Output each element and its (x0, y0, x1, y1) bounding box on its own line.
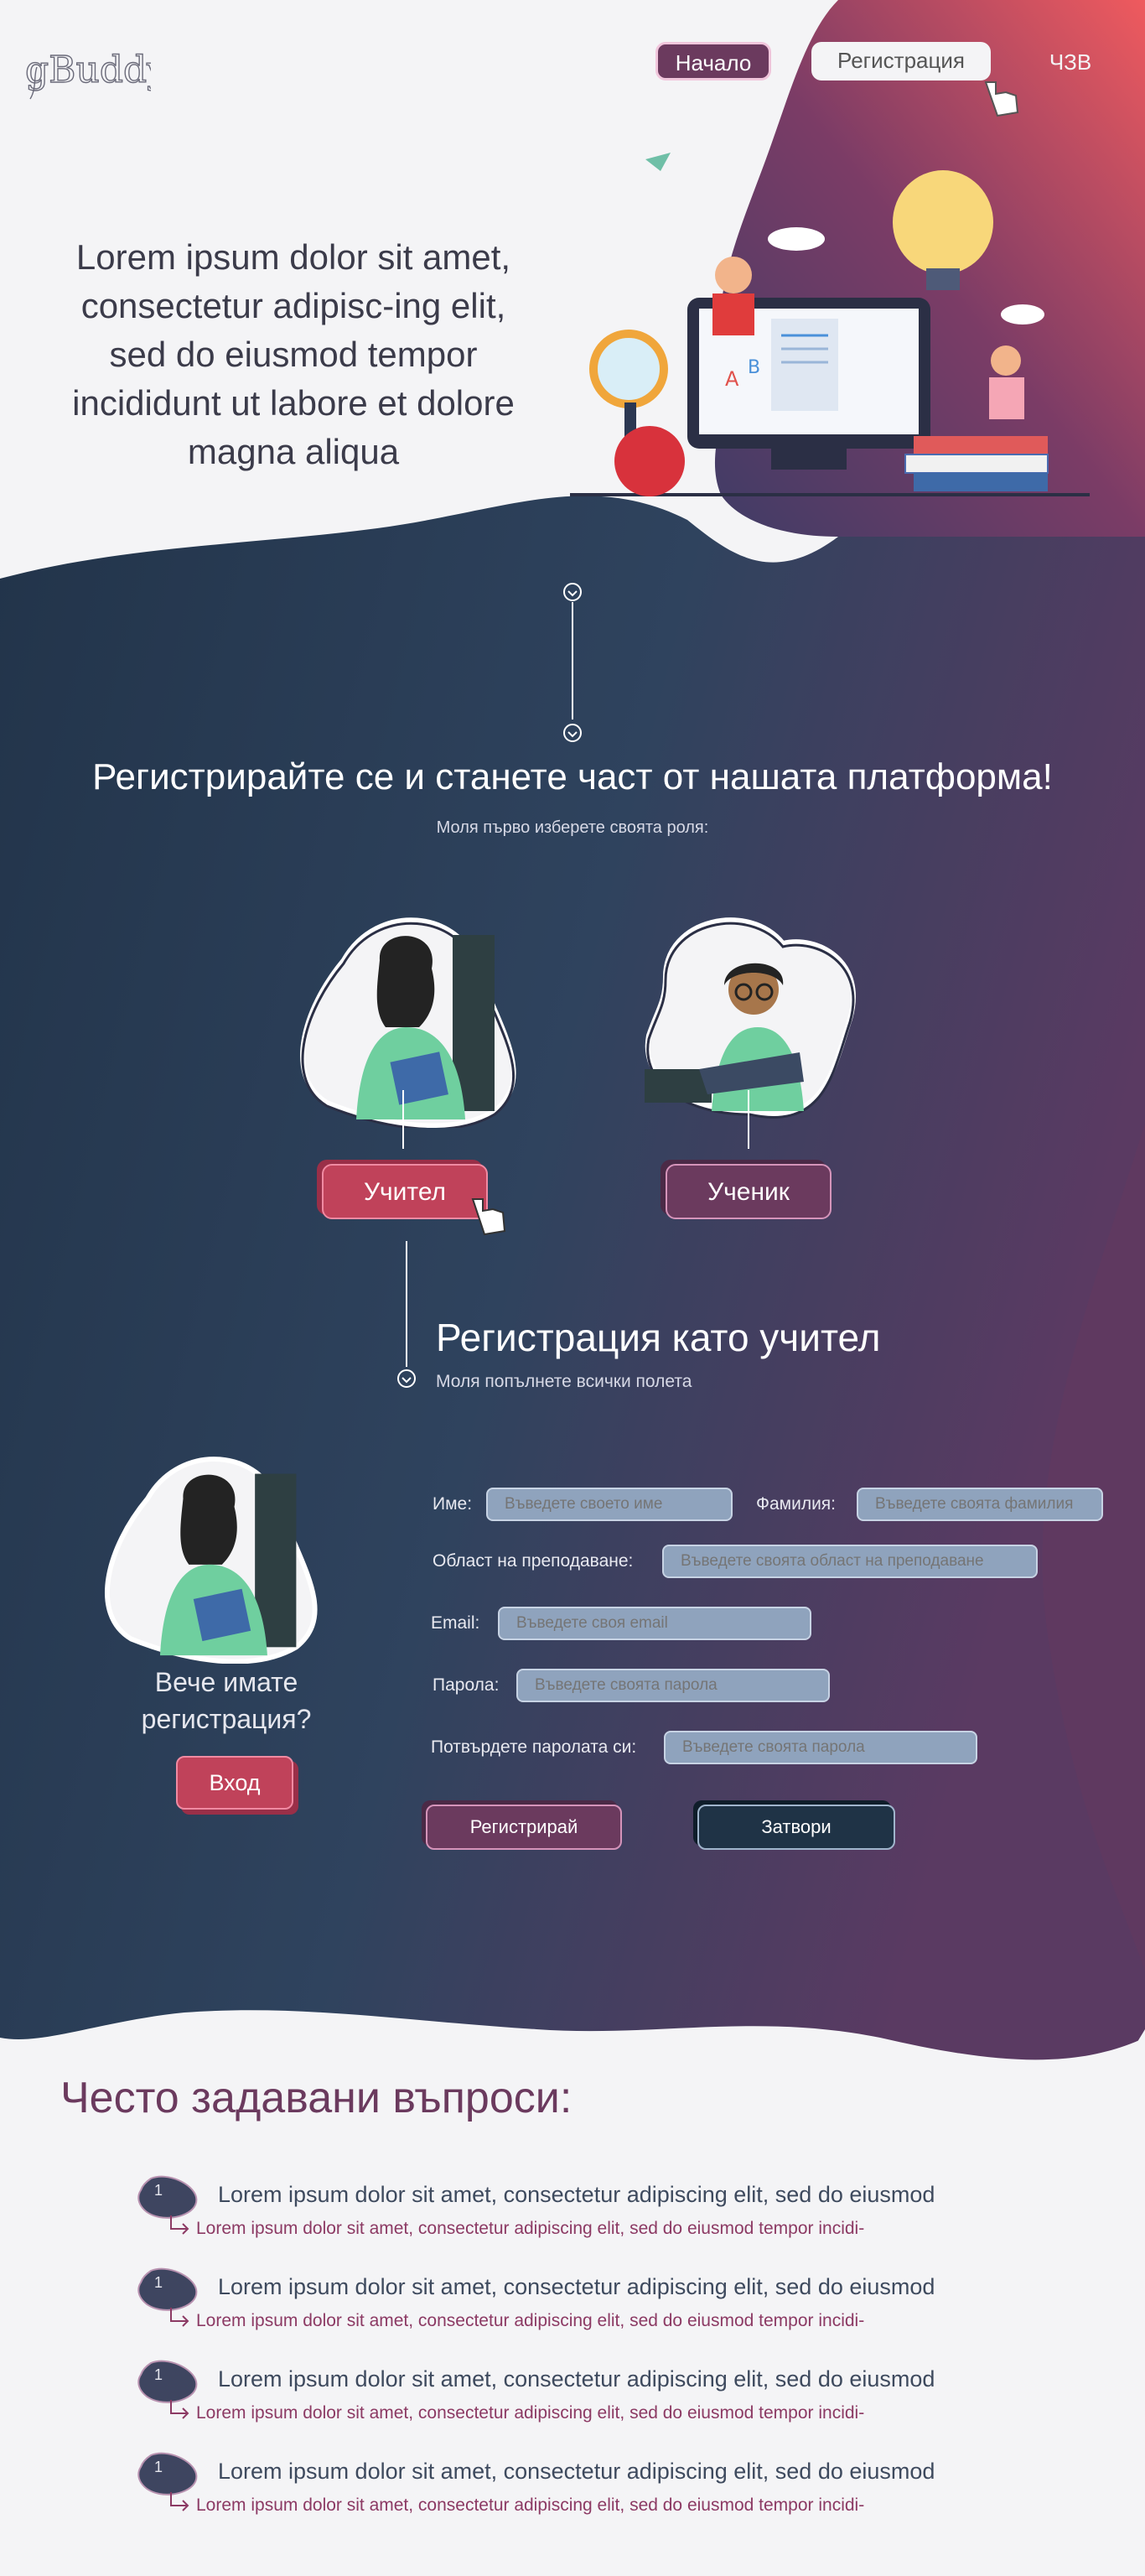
faq-number: 1 (154, 2366, 163, 2383)
faq-answer: Lorem ipsum dolor sit amet, consectetur … (196, 2219, 865, 2238)
nav-register-button[interactable]: Регистрация (811, 42, 991, 80)
password-label: Парола: (433, 1675, 500, 1695)
form-subtitle: Моля попълнете всички полета (436, 1372, 692, 1391)
magnifier-icon (589, 330, 668, 408)
reply-arrow-icon (170, 2492, 189, 2511)
confirm-password-input[interactable] (664, 1731, 977, 1764)
password-input[interactable] (516, 1669, 830, 1702)
subject-input[interactable] (662, 1545, 1038, 1578)
login-button[interactable]: Вход (176, 1756, 293, 1810)
student-avatar[interactable] (632, 910, 858, 1128)
step-connector (563, 583, 582, 742)
faq-number: 1 (154, 2274, 163, 2291)
teacher-role-button[interactable]: Учител (322, 1164, 488, 1219)
teacher-avatar[interactable] (293, 910, 520, 1128)
faq-question: Lorem ipsum dolor sit amet, consectetur … (218, 2274, 935, 2299)
hero-text: Lorem ipsum dolor sit amet, consectetur … (72, 237, 515, 471)
nav-faq-link[interactable]: ЧЗВ (1036, 44, 1105, 80)
last-name-input[interactable] (857, 1488, 1103, 1521)
faq-number: 1 (154, 2459, 163, 2475)
email-input[interactable] (498, 1607, 811, 1640)
already-registered-text: Вече имате регистрация? (141, 1667, 312, 1734)
faq-question: Lorem ipsum dolor sit amet, consectetur … (218, 2182, 935, 2207)
hand-cursor-icon (984, 81, 1019, 117)
faq-question: Lorem ipsum dolor sit amet, consectetur … (218, 2459, 935, 2484)
logo-text: gBuddy (25, 49, 151, 91)
close-button[interactable]: Затвори (697, 1805, 895, 1850)
faq-item[interactable]: 1 Lorem ipsum dolor sit amet, consectetu… (134, 2360, 1023, 2440)
reply-arrow-icon (170, 2215, 189, 2235)
form-title: Регистрация като учител (436, 1316, 881, 1359)
hero-illustration: A B (570, 153, 1090, 496)
faq-answer: Lorem ipsum dolor sit amet, consectetur … (196, 2311, 865, 2330)
nav-home-button[interactable]: Начало (655, 42, 771, 80)
faq-question: Lorem ipsum dolor sit amet, consectetur … (218, 2366, 935, 2392)
signup-title: Регистрирайте се и станете част от нашат… (92, 756, 1053, 797)
reply-arrow-icon (170, 2400, 189, 2419)
student-connector (748, 1090, 749, 1149)
faq-item[interactable]: 1 Lorem ipsum dolor sit amet, consectetu… (134, 2175, 1023, 2256)
faq-answer: Lorem ipsum dolor sit amet, consectetur … (196, 2403, 865, 2423)
faq-answer: Lorem ipsum dolor sit amet, consectetur … (196, 2496, 865, 2515)
teacher-connector (402, 1090, 404, 1149)
svg-text:A: A (725, 367, 739, 391)
apple-icon (614, 426, 685, 496)
subject-label: Област на преподаване: (433, 1551, 634, 1571)
register-submit-button[interactable]: Регистрирай (426, 1805, 622, 1850)
lightbulb-icon (893, 170, 993, 274)
logo-mark: gBuddy (24, 48, 168, 100)
first-name-input[interactable] (486, 1488, 733, 1521)
faq-number: 1 (154, 2182, 163, 2199)
student-role-button[interactable]: Ученик (666, 1164, 832, 1219)
faq-item[interactable]: 1 Lorem ipsum dolor sit amet, consectetu… (134, 2267, 1023, 2348)
logo[interactable]: gBuddy (24, 34, 168, 117)
faq-item[interactable]: 1 Lorem ipsum dolor sit amet, consectetu… (134, 2452, 1023, 2532)
last-name-label: Фамилия: (756, 1494, 837, 1514)
email-label: Email: (431, 1613, 480, 1633)
svg-text:B: B (748, 357, 760, 378)
teacher-form-avatar (104, 1457, 318, 1664)
form-step-connector (397, 1241, 416, 1388)
reply-arrow-icon (170, 2308, 189, 2327)
first-name-label: Име: (433, 1494, 473, 1514)
confirm-password-label: Потвърдете паролата си: (431, 1737, 637, 1757)
hand-cursor-icon (471, 1198, 506, 1236)
signup-subtitle: Моля първо изберете своята роля: (436, 818, 709, 837)
faq-title: Често задавани въпроси: (60, 2074, 572, 2122)
